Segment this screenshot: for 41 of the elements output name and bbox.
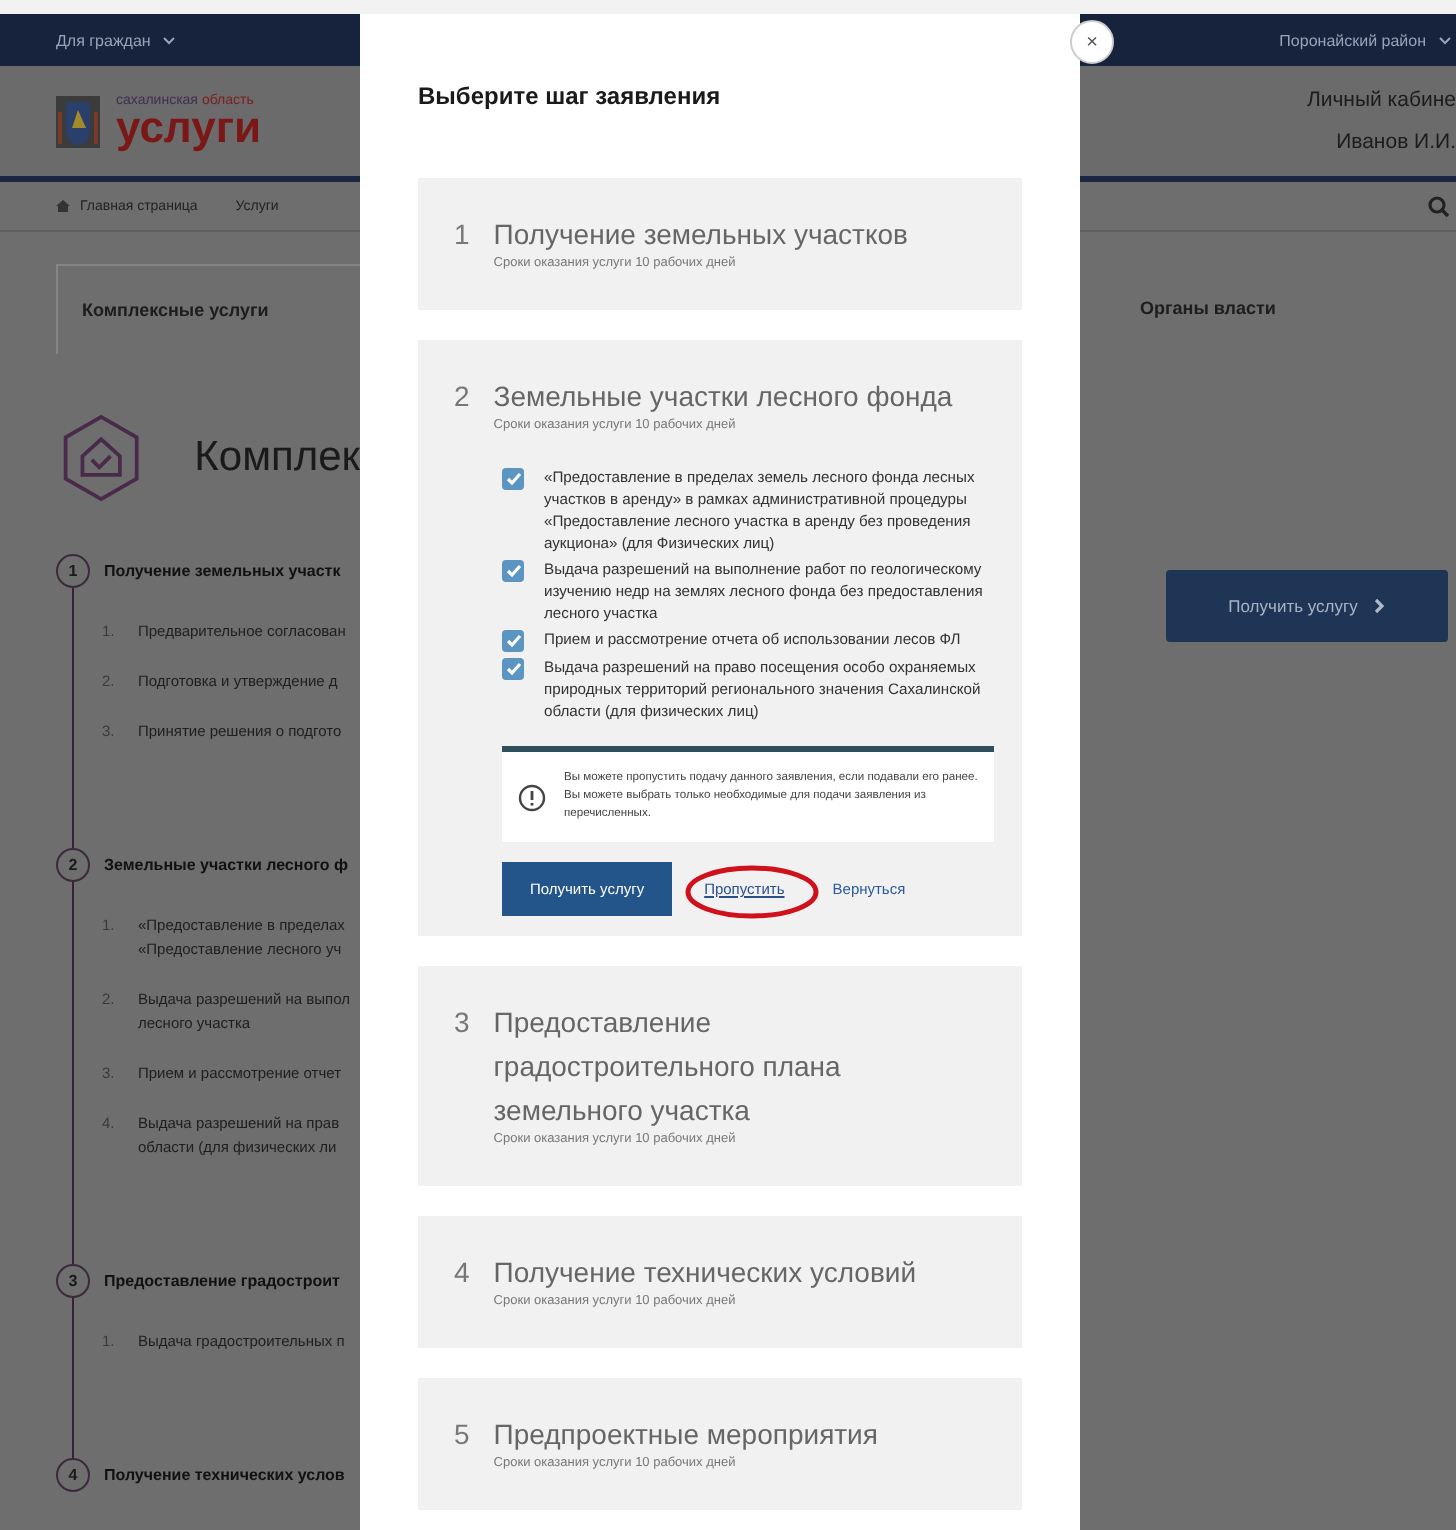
house-check-icon bbox=[60, 410, 143, 506]
chevron-down-icon bbox=[1438, 35, 1452, 45]
search-icon[interactable] bbox=[1428, 195, 1450, 217]
step-number-circle: 3 bbox=[56, 1264, 90, 1298]
audience-menu[interactable]: Для граждан bbox=[56, 31, 151, 49]
logo-title: услуги bbox=[116, 108, 262, 148]
user-name[interactable]: Иванов И.И. bbox=[1336, 130, 1456, 154]
coat-of-arms-icon bbox=[56, 95, 100, 147]
chevron-down-icon bbox=[162, 35, 177, 45]
step-title: Земельные участки лесного фонда bbox=[493, 378, 953, 416]
step-title: Земельные участки лесного ф bbox=[104, 856, 348, 874]
step-number: 5 bbox=[454, 1416, 470, 1454]
get-service-button[interactable]: Получить услугу bbox=[1166, 570, 1448, 642]
chevron-right-icon bbox=[1373, 598, 1386, 614]
alert-icon bbox=[518, 783, 546, 811]
step-title: Получение земельных участков bbox=[493, 216, 908, 254]
checkbox[interactable] bbox=[502, 630, 524, 652]
step-number: 1 bbox=[454, 216, 470, 254]
step-title: Получение технических услов bbox=[104, 1466, 345, 1484]
modal-title: Выберите шаг заявления bbox=[418, 82, 723, 110]
step-title: Предоставление градостроит bbox=[104, 1272, 340, 1290]
page-heading: Комплек bbox=[194, 434, 360, 482]
step-title: Получение технических условий bbox=[493, 1254, 917, 1292]
step-number-circle: 1 bbox=[56, 554, 90, 588]
checkbox[interactable] bbox=[502, 468, 524, 490]
checkbox[interactable] bbox=[502, 560, 524, 582]
tab[interactable]: Органы власти bbox=[1080, 264, 1456, 354]
checkbox[interactable] bbox=[502, 658, 524, 680]
step-number: 2 bbox=[454, 378, 470, 416]
step-card[interactable] bbox=[418, 340, 1022, 936]
step-number: 3 bbox=[454, 1004, 470, 1042]
step-title: Предпроектные мероприятия bbox=[493, 1416, 878, 1454]
step-number-circle: 4 bbox=[56, 1458, 90, 1492]
account-link[interactable]: Личный кабине bbox=[1306, 88, 1456, 112]
home-icon bbox=[56, 200, 70, 212]
step-title: Предоставление градостроительного плана земельного участка bbox=[493, 1004, 843, 1130]
step-title: Получение земельных участк bbox=[104, 562, 341, 580]
district-menu[interactable]: Поронайский район bbox=[1279, 31, 1426, 49]
close-button[interactable]: × bbox=[1070, 20, 1114, 64]
step-number: 4 bbox=[454, 1254, 470, 1292]
step-number-circle: 2 bbox=[56, 848, 90, 882]
